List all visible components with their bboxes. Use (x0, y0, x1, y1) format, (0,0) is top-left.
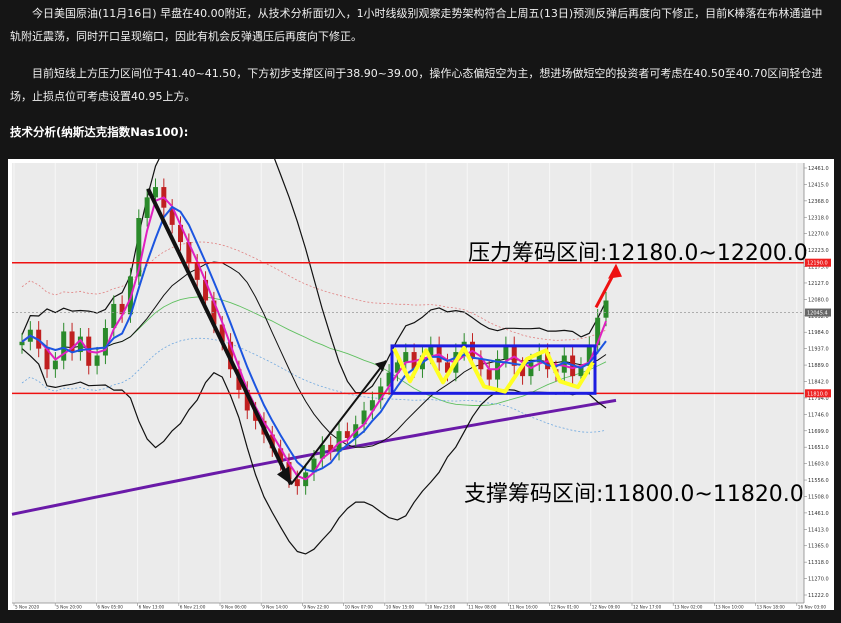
section-title: 技术分析(纳斯达克指数Nas100): (10, 125, 189, 139)
y-tick-label: 11318.0 (808, 560, 829, 566)
candle-body (486, 369, 492, 380)
y-tick-label: 11556.0 (808, 478, 829, 484)
y-tick-label: 11461.0 (808, 511, 829, 517)
candle-body (52, 360, 58, 370)
x-tick-label: 9 Nov 22:00 (303, 605, 329, 610)
x-tick-label: 13 Nov 10:00 (715, 605, 744, 610)
y-tick-label: 11842.0 (808, 380, 829, 386)
x-tick-label: 9 Nov 06:00 (221, 605, 247, 610)
x-tick-label: 6 Nov 05:00 (97, 605, 123, 610)
x-tick-label: 13 Nov 18:00 (757, 605, 786, 610)
y-tick-label: 11889.0 (808, 363, 829, 369)
candle-body (528, 362, 534, 377)
y-tick-label: 11413.0 (808, 527, 829, 533)
x-tick-label: 10 Nov 23:00 (427, 605, 456, 610)
article-paragraph-1-text: 今日美国原油(11月16日) 早盘在40.00附近，从技术分析面切入，1小时线级… (10, 7, 823, 43)
x-tick-label: 9 Nov 14:00 (262, 605, 288, 610)
y-tick-label: 11270.0 (808, 577, 829, 583)
plot-area (12, 163, 804, 603)
price-chart: 12461.0 12415.0 12368.0 12318.0 12270.0 12223… (8, 116, 834, 610)
candle-body (603, 300, 609, 318)
y-tick-label: 11746.0 (808, 412, 829, 418)
article-paragraph-2-text: 目前短线上方压力区间位于41.40~41.50，下方初步支撑区间于38.90~3… (10, 67, 823, 103)
candle-body (403, 352, 409, 363)
y-tick-label: 11937.0 (808, 347, 829, 353)
y-tick-label: 11603.0 (808, 462, 829, 468)
y-tick-label: 12127.0 (808, 281, 829, 287)
article-paragraph-1: 今日美国原油(11月16日) 早盘在40.00附近，从技术分析面切入，1小时线级… (10, 2, 830, 48)
candle-body (19, 341, 25, 346)
x-tick-label: 11 Nov 16:00 (509, 605, 538, 610)
price-tag-label: 12045.4 (807, 311, 828, 317)
candle-body (294, 479, 300, 487)
resistance-label: 压力筹码区间:12180.0~12200.0 (468, 241, 808, 266)
y-tick-label: 12461.0 (808, 166, 829, 172)
x-tick-label: 12 Nov 01:00 (551, 605, 580, 610)
candle-body (152, 187, 158, 198)
chart-image: 12461.0 12415.0 12368.0 12318.0 12270.0 12223… (8, 116, 834, 610)
price-tag-label: 12190.0 (807, 261, 828, 267)
price-tag-label: 11810.0 (807, 391, 828, 397)
x-tick-label: 13 Nov 02:00 (674, 605, 703, 610)
y-tick-label: 11508.0 (808, 494, 829, 500)
x-tick-label: 5 Nov 20:00 (56, 605, 82, 610)
x-tick-label: 12 Nov 17:00 (633, 605, 662, 610)
y-tick-label: 12080.0 (808, 297, 829, 303)
y-tick-label: 12415.0 (808, 182, 829, 188)
candle-body (94, 355, 100, 366)
x-tick-label: 5 Nov 2020 (15, 605, 39, 610)
x-tick-label: 12 Nov 09:00 (592, 605, 621, 610)
y-tick-label: 11699.0 (808, 429, 829, 435)
y-tick-label: 12223.0 (808, 248, 829, 254)
y-tick-label: 12368.0 (808, 199, 829, 205)
candle-body (144, 197, 150, 218)
y-tick-label: 11984.0 (808, 330, 829, 336)
article-paragraph-2: 目前短线上方压力区间位于41.40~41.50，下方初步支撑区间于38.90~3… (10, 62, 830, 108)
x-tick-label: 10 Nov 15:00 (386, 605, 415, 610)
y-tick-label: 12270.0 (808, 232, 829, 238)
x-tick-label: 10 Nov 07:00 (345, 605, 374, 610)
x-tick-label: 6 Nov 21:00 (180, 605, 206, 610)
x-tick-label: 6 Nov 13:00 (139, 605, 165, 610)
candle-body (61, 331, 67, 361)
x-tick-label: 16 Nov 03:00 (798, 605, 827, 610)
support-label: 支撑筹码区间:11800.0~11820.0 (464, 482, 804, 507)
y-tick-label: 11222.0 (808, 593, 829, 599)
y-tick-label: 11651.0 (808, 445, 829, 451)
y-tick-label: 11365.0 (808, 544, 829, 550)
y-tick-label: 12318.0 (808, 215, 829, 221)
x-tick-label: 11 Nov 08:00 (468, 605, 497, 610)
